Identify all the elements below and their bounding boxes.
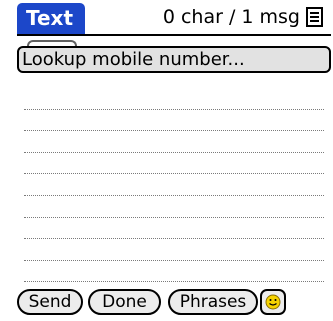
- title-tab: Text: [17, 3, 85, 34]
- message-line: [24, 239, 324, 261]
- smiley-icon: [265, 294, 281, 310]
- menu-list-icon[interactable]: [306, 7, 323, 27]
- message-line: [24, 110, 324, 132]
- message-line: [24, 131, 324, 153]
- message-line: [24, 153, 324, 175]
- message-line: [24, 261, 324, 283]
- char-count: 0 char / 1 msg: [162, 6, 300, 28]
- lookup-mobile-number-button[interactable]: Lookup mobile number...: [17, 46, 331, 73]
- message-line: [24, 88, 324, 110]
- message-line: [24, 218, 324, 240]
- done-button[interactable]: Done: [88, 289, 161, 315]
- send-button[interactable]: Send: [17, 289, 83, 315]
- message-line: [24, 174, 324, 196]
- emoticon-button[interactable]: [260, 289, 286, 315]
- message-input[interactable]: [24, 88, 324, 283]
- message-line: [24, 196, 324, 218]
- title-divider: [17, 34, 331, 36]
- phrases-button[interactable]: Phrases: [168, 289, 258, 315]
